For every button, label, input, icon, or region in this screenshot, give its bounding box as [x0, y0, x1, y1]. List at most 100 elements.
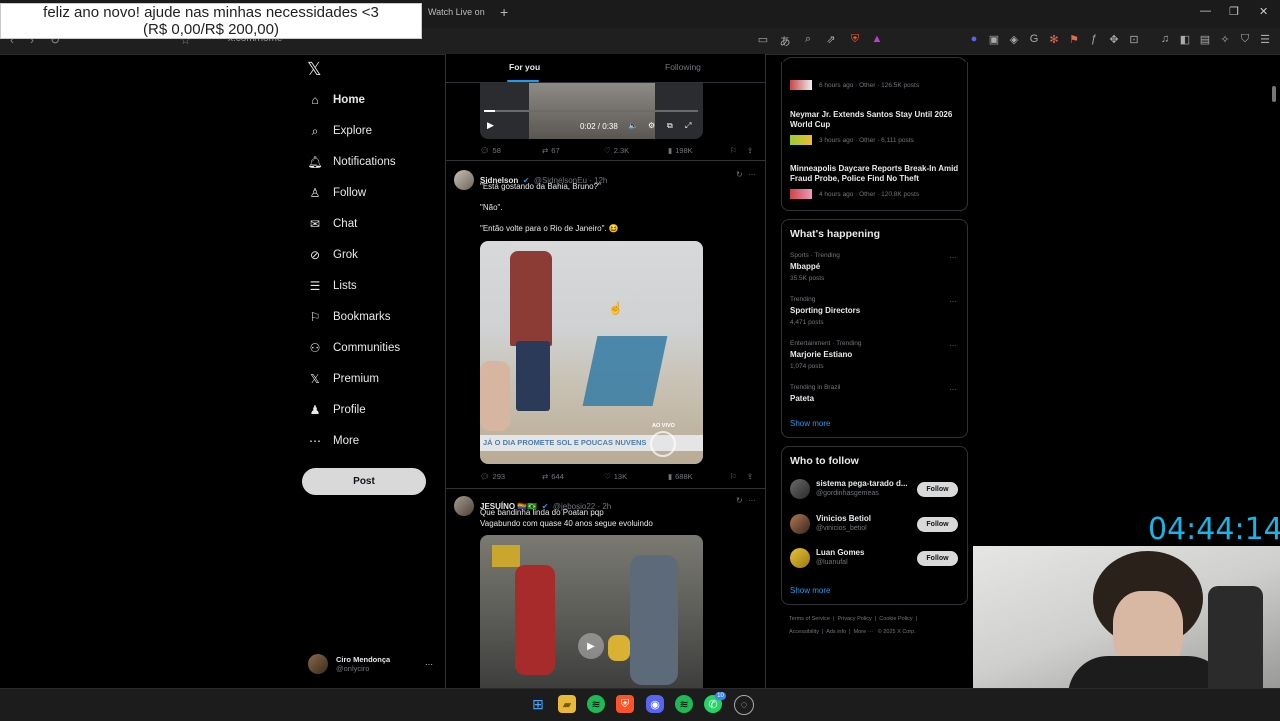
account-switcher[interactable]: Ciro Mendonça @onlyciro ···	[308, 651, 433, 677]
news-title[interactable]: Neymar Jr. Extends Santos Stay Until 202…	[790, 110, 960, 130]
repost-button[interactable]: ⇄ 67	[542, 146, 560, 155]
follow-button[interactable]: Follow	[917, 551, 958, 566]
trend-name[interactable]: Pateta	[790, 394, 814, 404]
spotify-icon[interactable]: ≋	[587, 695, 605, 713]
pip-icon[interactable]: ⧉	[667, 121, 673, 131]
footer-privacy-link[interactable]: Privacy Policy	[838, 616, 872, 622]
reply-button[interactable]: 💬︎ 58	[480, 146, 501, 155]
footer-cookie-link[interactable]: Cookie Policy	[879, 616, 912, 622]
video-player[interactable]: ▶ 0:02 / 0:38 🔈 ⚙ ⧉ ⤢	[480, 83, 703, 139]
repost-button[interactable]: ⇄ 644	[542, 472, 564, 481]
avatar[interactable]	[454, 496, 474, 516]
file-explorer-icon[interactable]: ▰	[558, 695, 576, 713]
obs-icon[interactable]: ◌	[734, 695, 754, 715]
follow-suggestion-name[interactable]: sistema pega-tarado d...	[816, 479, 911, 489]
sidebar-item-communities[interactable]: ⚇ Communities	[308, 337, 401, 359]
post-button[interactable]: Post	[302, 468, 426, 495]
extension-3-icon[interactable]: ◈	[1007, 33, 1021, 46]
spotify-icon[interactable]: ≋	[675, 695, 693, 713]
who-show-more[interactable]: Show more	[790, 586, 830, 595]
vpn-icon[interactable]: ⛉	[1238, 33, 1252, 46]
news-title[interactable]: Minneapolis Daycare Reports Break-In Ami…	[790, 164, 960, 184]
tweet-video[interactable]: ☝ JÁ O DIA PROMETE SOL E POUCAS NUVENS A…	[480, 241, 703, 464]
avatar[interactable]	[790, 548, 810, 568]
extension-6-icon[interactable]: ƒ	[1087, 33, 1101, 45]
extension-1-icon[interactable]: ●	[967, 33, 981, 45]
trends-show-more[interactable]: Show more	[790, 419, 830, 428]
zoom-icon[interactable]: ⌕	[801, 33, 815, 46]
trend-name[interactable]: Marjorie Estiano	[790, 350, 852, 360]
close-icon[interactable]: ✕	[1259, 5, 1268, 18]
page-scrollbar[interactable]	[1272, 86, 1276, 102]
follow-button[interactable]: Follow	[917, 517, 958, 532]
views-button[interactable]: ▮ 198K	[668, 146, 693, 155]
like-button[interactable]: ♡ 13K	[604, 472, 627, 481]
sidebar-item-notifications[interactable]: 🔔︎ Notifications	[307, 151, 395, 173]
footer-ads-link[interactable]: Ads info	[826, 629, 846, 635]
grok-icon[interactable]: ↻	[736, 170, 743, 179]
trend-more-icon[interactable]: ···	[949, 253, 957, 262]
leo-ai-icon[interactable]: ✧	[1218, 33, 1232, 46]
follow-suggestion-name[interactable]: Vinicios Betiol	[816, 514, 911, 524]
avatar[interactable]	[790, 514, 810, 534]
tab-following[interactable]: Following	[665, 62, 701, 72]
minimize-icon[interactable]: —	[1200, 5, 1211, 17]
views-button[interactable]: ▮ 688K	[668, 472, 693, 481]
follow-suggestion-handle[interactable]: @luanufal	[816, 559, 848, 566]
trend-more-icon[interactable]: ···	[949, 341, 957, 350]
bookmark-icon[interactable]: ⚐	[730, 146, 737, 155]
share-icon[interactable]: ⇗	[824, 33, 838, 46]
discord-icon[interactable]: ◉	[646, 695, 664, 713]
footer-more-link[interactable]: More ···	[854, 629, 874, 635]
sidebar-item-lists[interactable]: ☰ Lists	[308, 275, 357, 297]
tweet-video[interactable]: ▶	[480, 535, 703, 688]
extensions-puzzle-icon[interactable]: ✥	[1107, 33, 1121, 46]
grok-icon[interactable]: ↻	[736, 496, 743, 505]
maximize-icon[interactable]: ❐	[1229, 5, 1239, 18]
follow-suggestion-handle[interactable]: @vinicios_betiol	[816, 525, 867, 532]
translate-icon[interactable]: あ	[778, 33, 792, 49]
follow-button[interactable]: Follow	[917, 482, 958, 497]
play-icon[interactable]: ▶	[578, 633, 604, 659]
sidebar-item-profile[interactable]: ♟ Profile	[308, 399, 366, 421]
extension-5-icon[interactable]: ⚑	[1067, 33, 1081, 46]
play-icon[interactable]: ▶	[487, 120, 494, 131]
video-progress-track[interactable]	[484, 110, 698, 112]
x-logo-icon[interactable]: 𝕏	[307, 59, 322, 80]
screenshot-icon[interactable]: ⊡	[1127, 33, 1141, 46]
tweet-more-icon[interactable]: ···	[748, 170, 756, 179]
trend-name[interactable]: Sporting Directors	[790, 306, 860, 316]
trend-more-icon[interactable]: ···	[949, 297, 957, 306]
cast-icon[interactable]: ▭	[756, 33, 770, 46]
menu-icon[interactable]: ☰	[1258, 33, 1272, 46]
footer-terms-link[interactable]: Terms of Service	[789, 616, 830, 622]
new-tab-button[interactable]: +	[500, 4, 508, 20]
trend-more-icon[interactable]: ···	[949, 385, 957, 394]
sidebar-item-more[interactable]: ⋯ More	[308, 430, 359, 452]
follow-suggestion-handle[interactable]: @gordinhasgemeas	[816, 490, 879, 497]
sidebar-item-premium[interactable]: 𝕏 Premium	[308, 368, 379, 390]
browser-tab-title[interactable]: Watch Live on	[428, 7, 485, 17]
extension-4-icon[interactable]: ✻	[1047, 33, 1061, 46]
sidebar-item-home[interactable]: ⌂ Home	[308, 89, 365, 111]
extension-2-icon[interactable]: ▣	[987, 33, 1001, 46]
volume-icon[interactable]: 🔈	[628, 121, 638, 130]
wallet-icon[interactable]: ▤	[1198, 33, 1212, 46]
avatar[interactable]	[454, 170, 474, 190]
windows-start-icon[interactable]: ⊞	[529, 695, 547, 713]
follow-suggestion-name[interactable]: Luan Gomes	[816, 548, 911, 558]
brave-rewards-icon[interactable]: ▲	[870, 33, 884, 45]
fullscreen-icon[interactable]: ⤢	[685, 121, 691, 131]
footer-accessibility-link[interactable]: Accessibility	[789, 629, 819, 635]
bookmark-icon[interactable]: ⚐	[730, 472, 737, 481]
like-button[interactable]: ♡ 2.3K	[604, 146, 629, 155]
share-icon[interactable]: ⇪	[747, 146, 753, 155]
brave-browser-icon[interactable]: ⛨	[616, 695, 634, 713]
sidebar-icon[interactable]: ◧	[1178, 33, 1192, 46]
avatar[interactable]	[790, 479, 810, 499]
sidebar-item-grok[interactable]: ⊘ Grok	[308, 244, 358, 266]
sidebar-item-follow[interactable]: ♙ Follow	[308, 182, 367, 204]
share-icon[interactable]: ⇪	[747, 472, 753, 481]
trend-name[interactable]: Mbappé	[790, 262, 820, 272]
tab-for-you[interactable]: For you	[509, 62, 540, 72]
